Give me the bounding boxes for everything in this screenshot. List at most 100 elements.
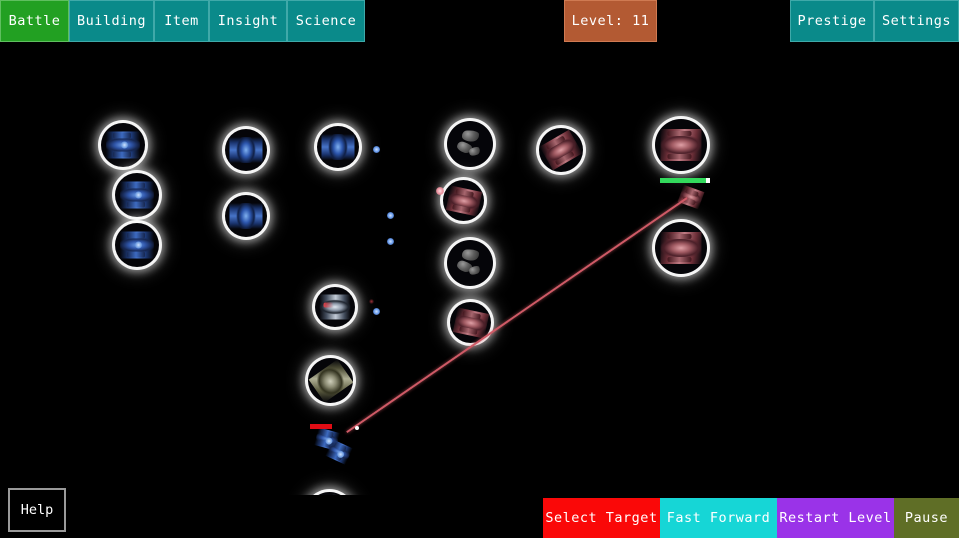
nav-tab-label: Science <box>295 13 357 29</box>
ally-cruiser-1[interactable] <box>101 123 145 167</box>
nav-tab-label: Insight <box>217 13 279 29</box>
ship-fin <box>667 234 692 239</box>
unit-sprite-holder <box>106 131 140 159</box>
unit-sprite-holder <box>660 129 702 161</box>
enemy-flagship-2[interactable] <box>655 222 707 274</box>
ally-shot-2 <box>387 212 394 219</box>
nav-tab-label: Item <box>164 13 199 29</box>
ship-sprite <box>120 231 154 259</box>
ship-sprite <box>307 492 352 495</box>
ship-sprite <box>452 130 488 159</box>
ally-cruiser-3[interactable] <box>115 223 159 267</box>
ally-hulk-1[interactable] <box>308 358 353 403</box>
unit-sprite-holder <box>452 130 488 159</box>
action-button-label: Fast Forward <box>666 510 771 526</box>
nav-tab-insight[interactable]: Insight <box>209 0 287 42</box>
ship-sprite <box>660 232 702 264</box>
ally-hulk-2[interactable] <box>307 492 352 495</box>
action-fast-forward[interactable]: Fast Forward <box>660 498 777 538</box>
ship-fin <box>667 131 692 136</box>
battlefield[interactable] <box>0 42 959 495</box>
unit-sprite-holder <box>229 203 263 229</box>
enemy-gunship-firing[interactable] <box>677 184 705 210</box>
ally-frigate-3[interactable] <box>317 126 359 168</box>
top-navigation-bar: Battle Building Item Insight Science Level: 1… <box>0 0 959 42</box>
action-button-label: Restart Level <box>779 510 892 526</box>
ship-sprite <box>229 137 263 163</box>
unit-sprite-holder <box>321 134 355 160</box>
unit-sprite-holder <box>120 181 154 209</box>
nav-tab-label: Settings <box>881 13 952 29</box>
ship-sprite <box>106 131 140 159</box>
nav-tab-label: Prestige <box>797 13 867 29</box>
ally-cruiser-2[interactable] <box>115 173 159 217</box>
ship-fin <box>112 132 132 139</box>
level-indicator[interactable]: Level: 11 <box>564 0 657 42</box>
help-button[interactable]: Help <box>8 488 66 532</box>
health-bar-fill <box>310 424 332 429</box>
enemy-flagship-health <box>660 178 710 183</box>
ship-sprite <box>452 249 488 278</box>
unit-sprite-holder <box>452 306 489 339</box>
action-restart-level[interactable]: Restart Level <box>777 498 894 538</box>
nav-tab-item[interactable]: Item <box>154 0 209 42</box>
action-button-label: Select Target <box>545 510 658 526</box>
ship-hull <box>677 184 705 210</box>
ship-fin <box>126 201 146 208</box>
action-select-target[interactable]: Select Target <box>543 498 660 538</box>
ally-frigate-2[interactable] <box>225 195 267 237</box>
nav-tab-building[interactable]: Building <box>69 0 154 42</box>
health-bar-tip <box>706 178 710 183</box>
ship-sprite <box>677 184 705 210</box>
ally-frigate-1[interactable] <box>225 129 267 171</box>
unit-sprite-holder <box>120 231 154 259</box>
enemy-shot-1 <box>436 187 444 195</box>
ship-hull <box>307 492 352 495</box>
unit-sprite-holder <box>445 184 482 217</box>
unit-sprite-holder <box>307 492 352 495</box>
enemy-laser-beam <box>346 197 688 433</box>
nav-tab-label: Battle <box>8 13 61 29</box>
health-bar-fill <box>660 178 706 183</box>
ally-shot-1 <box>373 146 380 153</box>
ship-fin <box>126 232 146 239</box>
nav-tab-settings[interactable]: Settings <box>874 0 959 42</box>
level-indicator-label: Level: 11 <box>571 13 650 29</box>
ship-hull <box>308 358 353 403</box>
enemy-drone-1[interactable] <box>447 121 493 167</box>
beam-impact-spark <box>355 426 359 430</box>
ship-sprite <box>445 184 482 217</box>
help-button-label: Help <box>20 502 54 518</box>
ship-sprite <box>229 203 263 229</box>
ship-fin <box>667 257 692 262</box>
game-screen: Battle Building Item Insight Science Level: 1… <box>0 0 959 538</box>
ship-sprite <box>660 129 702 161</box>
ship-hull <box>319 294 351 320</box>
unit-sprite-holder <box>308 358 353 403</box>
ally-scout-1[interactable] <box>315 287 355 327</box>
ship-fin <box>112 151 132 158</box>
ship-fin <box>667 154 692 159</box>
ship-fin <box>126 182 146 189</box>
enemy-raider-1[interactable] <box>443 180 484 221</box>
enemy-shot-2 <box>369 299 374 304</box>
nav-tab-battle[interactable]: Battle <box>0 0 69 42</box>
ship-sprite <box>308 358 353 403</box>
unit-sprite-holder <box>452 249 488 278</box>
unit-sprite-holder <box>660 232 702 264</box>
ally-ship-health <box>310 424 332 429</box>
unit-sprite-holder <box>229 137 263 163</box>
ally-shot-4 <box>373 308 380 315</box>
enemy-flagship-1[interactable] <box>655 119 707 171</box>
ship-fin <box>126 251 146 258</box>
unit-sprite-holder <box>539 129 583 171</box>
enemy-drone-2[interactable] <box>447 240 493 286</box>
ship-accent-stripe <box>323 302 334 307</box>
action-pause[interactable]: Pause <box>894 498 959 538</box>
nav-tab-science[interactable]: Science <box>287 0 365 42</box>
action-button-label: Pause <box>904 510 949 526</box>
nav-tab-prestige[interactable]: Prestige <box>790 0 874 42</box>
enemy-fighter-1[interactable] <box>539 128 583 172</box>
ship-sprite <box>120 181 154 209</box>
ship-hull <box>229 137 263 163</box>
